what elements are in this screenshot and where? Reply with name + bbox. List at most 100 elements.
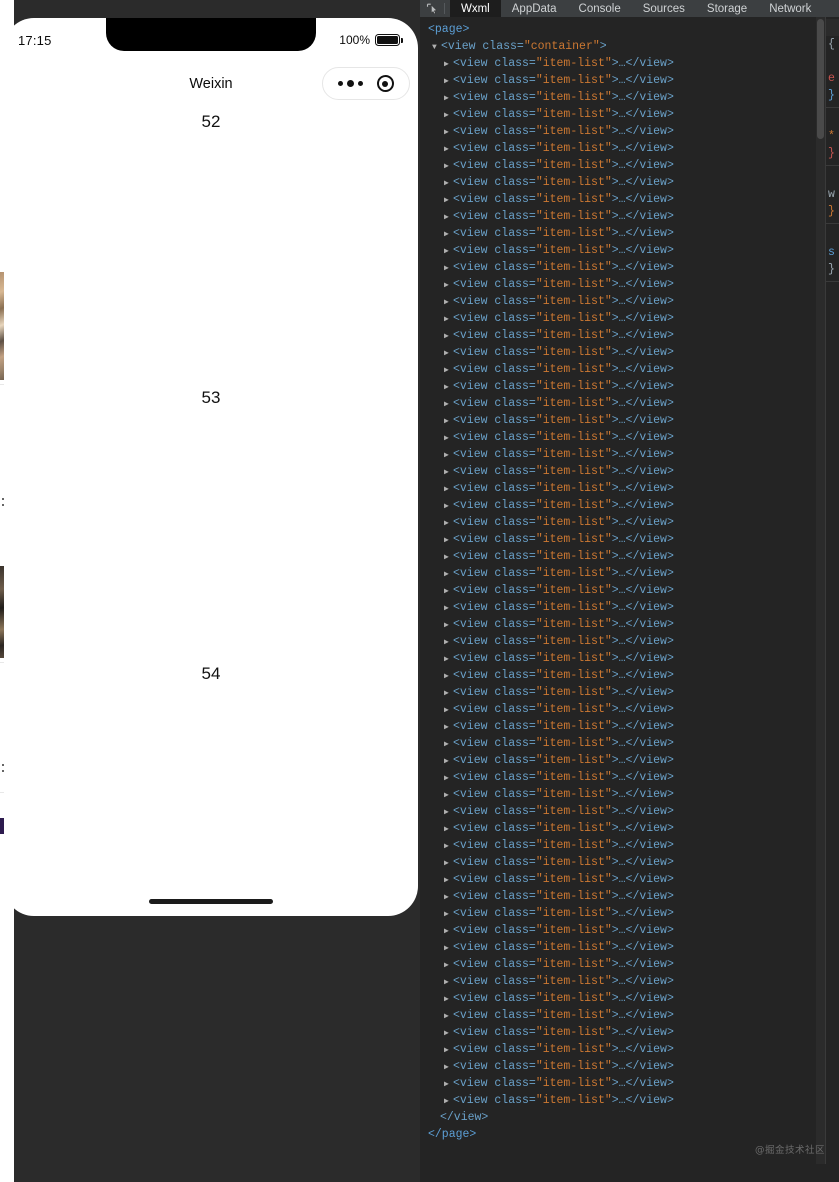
wxml-node-item-list[interactable]: ▶ <view class="item-list">…</view> <box>426 565 825 582</box>
styles-rule-line[interactable]: s <box>826 244 839 261</box>
wxml-node-item-list[interactable]: ▶ <view class="item-list">…</view> <box>426 208 825 225</box>
wxml-node-item-list[interactable]: ▶ <view class="item-list">…</view> <box>426 463 825 480</box>
wxml-node-item-list[interactable]: ▶ <view class="item-list">…</view> <box>426 718 825 735</box>
wxml-node-container-close[interactable]: </view> <box>426 1109 825 1126</box>
styles-rule-line[interactable] <box>826 19 839 36</box>
wxml-node-item-list[interactable]: ▶ <view class="item-list">…</view> <box>426 854 825 871</box>
wxml-node-item-list[interactable]: ▶ <view class="item-list">…</view> <box>426 905 825 922</box>
wxml-node-item-list[interactable]: ▶ <view class="item-list">…</view> <box>426 395 825 412</box>
wxml-node-item-list[interactable]: ▶ <view class="item-list">…</view> <box>426 531 825 548</box>
wxml-node-item-list[interactable]: ▶ <view class="item-list">…</view> <box>426 140 825 157</box>
styles-rule-line[interactable]: e <box>826 70 839 87</box>
wxml-node-item-list[interactable]: ▶ <view class="item-list">…</view> <box>426 1041 825 1058</box>
styles-rule-line[interactable]: } <box>826 87 839 104</box>
styles-rule-line[interactable]: } <box>826 261 839 278</box>
wxml-node-item-list[interactable]: ▶ <view class="item-list">…</view> <box>426 310 825 327</box>
wxml-node-item-list[interactable]: ▶ <view class="item-list">…</view> <box>426 956 825 973</box>
wxml-tree-pane[interactable]: <page> ▼ <view class="container"> ▶ <view cl… <box>420 17 825 1182</box>
wxml-node-item-list[interactable]: ▶ <view class="item-list">…</view> <box>426 242 825 259</box>
tab-console[interactable]: Console <box>568 0 632 17</box>
wxml-node-item-list[interactable]: ▶ <view class="item-list">…</view> <box>426 1075 825 1092</box>
wxml-node-item-list[interactable]: ▶ <view class="item-list">…</view> <box>426 939 825 956</box>
tab-wxml[interactable]: Wxml <box>450 0 501 17</box>
target-circle-icon[interactable] <box>376 75 394 92</box>
home-indicator[interactable] <box>149 899 273 904</box>
wxml-node-item-list[interactable]: ▶ <view class="item-list">…</view> <box>426 548 825 565</box>
styles-rule-line[interactable] <box>826 111 839 128</box>
styles-rule-line[interactable]: } <box>826 145 839 162</box>
wxml-node-item-list[interactable]: ▶ <view class="item-list">…</view> <box>426 1092 825 1109</box>
styles-rule-line[interactable]: * <box>826 128 839 145</box>
wxml-node-item-list[interactable]: ▶ <view class="item-list">…</view> <box>426 514 825 531</box>
styles-rule-line[interactable]: w <box>826 186 839 203</box>
tab-storage[interactable]: Storage <box>696 0 758 17</box>
wxml-node-item-list[interactable]: ▶ <view class="item-list">…</view> <box>426 650 825 667</box>
wxml-node-item-list[interactable]: ▶ <view class="item-list">…</view> <box>426 616 825 633</box>
wxml-node-item-list[interactable]: ▶ <view class="item-list">…</view> <box>426 582 825 599</box>
styles-rule-line[interactable]: } <box>826 203 839 220</box>
wxml-node-item-list[interactable]: ▶ <view class="item-list">…</view> <box>426 174 825 191</box>
list-item[interactable]: 52 <box>4 106 418 382</box>
wxml-node-item-list[interactable]: ▶ <view class="item-list">…</view> <box>426 1058 825 1075</box>
tab-sources[interactable]: Sources <box>632 0 696 17</box>
wxml-node-item-list[interactable]: ▶ <view class="item-list">…</view> <box>426 667 825 684</box>
phone-simulator[interactable]: 17:15 100% Weixin 52 53 54 <box>4 18 418 916</box>
wxml-node-item-list[interactable]: ▶ <view class="item-list">…</view> <box>426 55 825 72</box>
wxml-node-item-list[interactable]: ▶ <view class="item-list">…</view> <box>426 293 825 310</box>
wxml-node-item-list[interactable]: ▶ <view class="item-list">…</view> <box>426 344 825 361</box>
wxml-node-item-list[interactable]: ▶ <view class="item-list">…</view> <box>426 701 825 718</box>
wxml-node-item-list[interactable]: ▶ <view class="item-list">…</view> <box>426 803 825 820</box>
wxml-node-item-list[interactable]: ▶ <view class="item-list">…</view> <box>426 191 825 208</box>
more-dots-icon[interactable] <box>338 80 364 87</box>
wxml-node-item-list[interactable]: ▶ <view class="item-list">…</view> <box>426 922 825 939</box>
wxml-node-page-open[interactable]: <page> <box>426 21 825 38</box>
list-item[interactable]: 54 <box>4 658 418 916</box>
wxml-node-item-list[interactable]: ▶ <view class="item-list">…</view> <box>426 259 825 276</box>
wxml-scrollbar[interactable] <box>816 17 825 1182</box>
wxml-node-item-list[interactable]: ▶ <view class="item-list">…</view> <box>426 123 825 140</box>
styles-rule-line[interactable]: { <box>826 36 839 53</box>
wxml-node-item-list[interactable]: ▶ <view class="item-list">…</view> <box>426 752 825 769</box>
wxml-node-item-list[interactable]: ▶ <view class="item-list">…</view> <box>426 820 825 837</box>
styles-rule-line[interactable] <box>826 53 839 70</box>
wxml-node-item-list[interactable]: ▶ <view class="item-list">…</view> <box>426 599 825 616</box>
wxml-node-item-list[interactable]: ▶ <view class="item-list">…</view> <box>426 1024 825 1041</box>
wxml-node-item-list[interactable]: ▶ <view class="item-list">…</view> <box>426 157 825 174</box>
wxml-node-item-list[interactable]: ▶ <view class="item-list">…</view> <box>426 684 825 701</box>
wxml-node-item-list[interactable]: ▶ <view class="item-list">…</view> <box>426 72 825 89</box>
wxml-node-item-list[interactable]: ▶ <view class="item-list">…</view> <box>426 786 825 803</box>
styles-rule-line[interactable] <box>826 169 839 186</box>
wxml-node-item-list[interactable]: ▶ <view class="item-list">…</view> <box>426 769 825 786</box>
wxml-node-item-list[interactable]: ▶ <view class="item-list">…</view> <box>426 429 825 446</box>
wxml-node-item-list[interactable]: ▶ <view class="item-list">…</view> <box>426 106 825 123</box>
wxml-node-item-list[interactable]: ▶ <view class="item-list">…</view> <box>426 361 825 378</box>
wxml-node-item-list[interactable]: ▶ <view class="item-list">…</view> <box>426 378 825 395</box>
wxml-node-item-list[interactable]: ▶ <view class="item-list">…</view> <box>426 276 825 293</box>
wxml-node-item-list[interactable]: ▶ <view class="item-list">…</view> <box>426 633 825 650</box>
wxml-node-item-list[interactable]: ▶ <view class="item-list">…</view> <box>426 735 825 752</box>
wxml-node-item-list[interactable]: ▶ <view class="item-list">…</view> <box>426 327 825 344</box>
wxml-node-container-open[interactable]: ▼ <view class="container"> <box>426 38 825 55</box>
wxml-node-item-list[interactable]: ▶ <view class="item-list">…</view> <box>426 446 825 463</box>
wxml-node-item-list[interactable]: ▶ <view class="item-list">…</view> <box>426 973 825 990</box>
wxml-node-item-list[interactable]: ▶ <view class="item-list">…</view> <box>426 990 825 1007</box>
styles-rule-separator <box>826 281 839 282</box>
tab-network[interactable]: Network <box>758 0 822 17</box>
wxml-node-item-list[interactable]: ▶ <view class="item-list">…</view> <box>426 888 825 905</box>
wxml-node-item-list[interactable]: ▶ <view class="item-list">…</view> <box>426 1007 825 1024</box>
wxml-node-item-list[interactable]: ▶ <view class="item-list">…</view> <box>426 497 825 514</box>
toolbar-separator <box>444 3 445 14</box>
wxml-node-item-list[interactable]: ▶ <view class="item-list">…</view> <box>426 89 825 106</box>
wxml-node-page-close[interactable]: </page> <box>426 1126 825 1143</box>
wxml-node-item-list[interactable]: ▶ <view class="item-list">…</view> <box>426 480 825 497</box>
inspect-element-icon[interactable] <box>423 0 442 17</box>
styles-pane[interactable]: {e} *} w} s} <box>826 17 839 1182</box>
wxml-node-item-list[interactable]: ▶ <view class="item-list">…</view> <box>426 225 825 242</box>
list-item[interactable]: 53 <box>4 382 418 658</box>
tab-appdata[interactable]: AppData <box>501 0 568 17</box>
wxml-node-item-list[interactable]: ▶ <view class="item-list">…</view> <box>426 412 825 429</box>
styles-rule-line[interactable] <box>826 227 839 244</box>
capsule-button[interactable] <box>322 67 410 100</box>
wxml-node-item-list[interactable]: ▶ <view class="item-list">…</view> <box>426 837 825 854</box>
wxml-node-item-list[interactable]: ▶ <view class="item-list">…</view> <box>426 871 825 888</box>
